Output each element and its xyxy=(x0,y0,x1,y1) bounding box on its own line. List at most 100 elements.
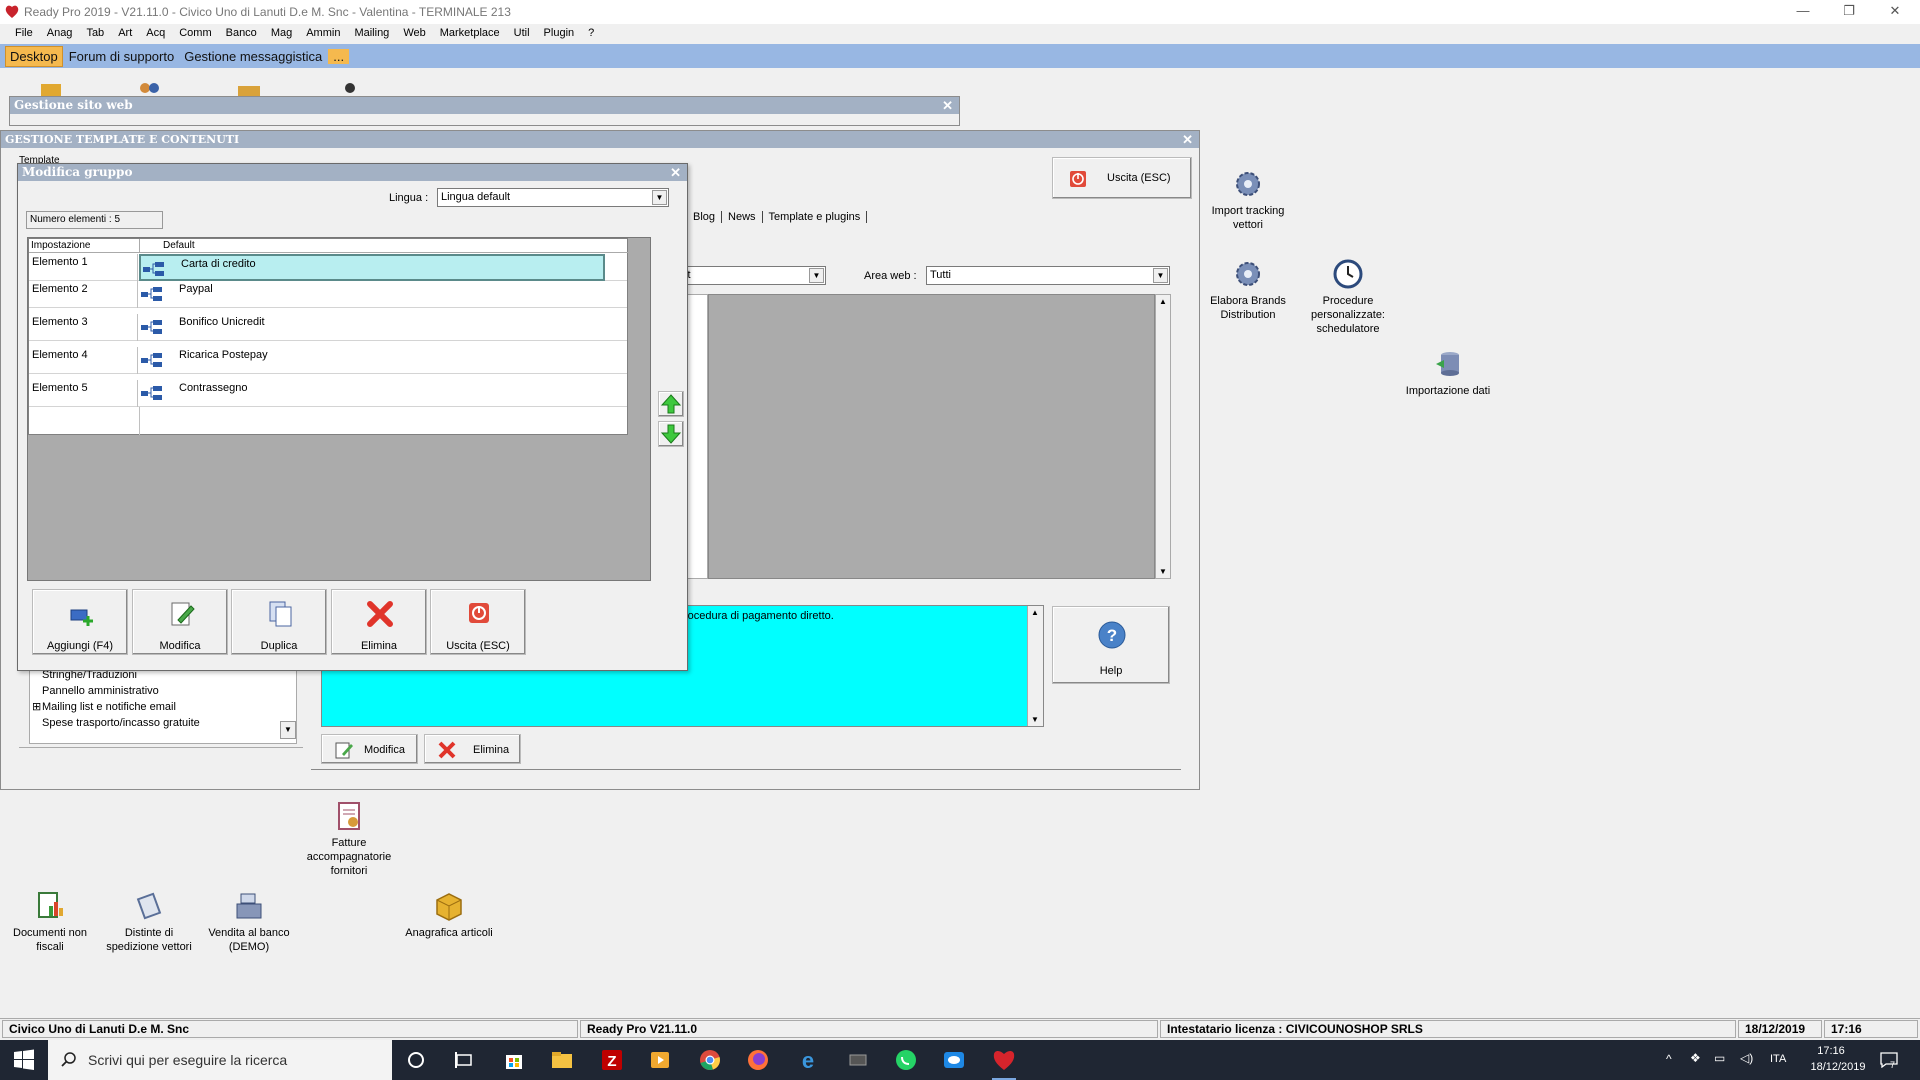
duplica-button[interactable]: Duplica xyxy=(231,589,327,655)
close-icon[interactable]: ✕ xyxy=(1182,131,1193,148)
table-row[interactable]: Elemento 2 Paypal xyxy=(29,281,627,308)
desktop-icon-elabora-brands[interactable]: Elabora Brands Distribution xyxy=(1198,258,1298,322)
scroll-up-icon: ▲ xyxy=(1031,608,1039,617)
menu-mailing[interactable]: Mailing xyxy=(347,24,396,43)
tree-scroll-down[interactable]: ▼ xyxy=(280,721,296,739)
col-header-setting[interactable]: Impostazione xyxy=(31,240,90,251)
row-default-cell: Bonifico Unicredit xyxy=(139,314,605,341)
table-row[interactable]: Elemento 5 Contrassegno xyxy=(29,380,627,407)
whatsapp-icon[interactable] xyxy=(894,1048,918,1072)
teamviewer-icon[interactable] xyxy=(942,1048,966,1072)
restore-button[interactable]: ❐ xyxy=(1826,0,1872,24)
taskbar-clock-date[interactable]: 18/12/2019 xyxy=(1806,1061,1870,1073)
tree-item-label: Mailing list e notifiche email xyxy=(42,701,176,713)
menu-acq[interactable]: Acq xyxy=(139,24,172,43)
menu-help[interactable]: ? xyxy=(581,24,601,43)
desktop-icon-documenti[interactable]: Documenti non fiscali xyxy=(0,890,100,954)
tree-list: Stringhe/Traduzioni Pannello amministrat… xyxy=(29,664,297,744)
tab-forum[interactable]: Forum di supporto xyxy=(65,47,179,66)
filter-combo[interactable]: lt ▼ xyxy=(681,266,826,285)
move-down-button[interactable] xyxy=(658,421,684,447)
chrome-icon[interactable] xyxy=(698,1048,722,1072)
description-text: rocedura di pagamento diretto. xyxy=(684,610,834,622)
lingua-select[interactable]: Lingua default ▼ xyxy=(437,188,669,207)
aggiungi-button[interactable]: Aggiungi (F4) xyxy=(32,589,128,655)
menu-banco[interactable]: Banco xyxy=(219,24,264,43)
row-value: Carta di credito xyxy=(181,258,256,270)
tab-template-plugins[interactable]: Template e plugins xyxy=(763,211,868,223)
desktop-icon-distinte[interactable]: Distinte di spedizione vettori xyxy=(99,890,199,954)
menu-art[interactable]: Art xyxy=(111,24,139,43)
media-player-icon[interactable] xyxy=(648,1048,672,1072)
close-icon[interactable]: ✕ xyxy=(942,97,953,114)
minimize-button[interactable]: — xyxy=(1780,0,1826,24)
status-version: Ready Pro V21.11.0 xyxy=(580,1020,1158,1038)
elimina-content-button[interactable]: Elimina xyxy=(424,734,521,764)
file-explorer-icon[interactable] xyxy=(550,1048,574,1072)
tree-item[interactable]: Spese trasporto/incasso gratuite xyxy=(32,715,200,731)
menu-util[interactable]: Util xyxy=(507,24,537,43)
readypro-taskbar-icon[interactable] xyxy=(992,1048,1016,1072)
tab-blog[interactable]: Blog xyxy=(687,211,723,223)
menu-ammin[interactable]: Ammin xyxy=(299,24,347,43)
notification-icon[interactable] xyxy=(1880,1052,1898,1068)
menu-tab[interactable]: Tab xyxy=(79,24,111,43)
firefox-icon[interactable] xyxy=(746,1048,770,1072)
menu-marketplace[interactable]: Marketplace xyxy=(433,24,507,43)
tree-item[interactable]: Pannello amministrativo xyxy=(32,683,159,699)
menu-plugin[interactable]: Plugin xyxy=(537,24,582,43)
tree-item[interactable]: ⊞Mailing list e notifiche email xyxy=(32,699,176,715)
status-company: Civico Uno di Lanuti D.e M. Snc xyxy=(2,1020,578,1038)
close-icon[interactable]: ✕ xyxy=(670,164,681,181)
menu-mag[interactable]: Mag xyxy=(264,24,299,43)
col-header-default[interactable]: Default xyxy=(163,240,195,251)
volume-icon[interactable]: ◁) xyxy=(1740,1051,1753,1065)
menu-anag[interactable]: Anag xyxy=(40,24,80,43)
tab-messaggistica[interactable]: Gestione messaggistica xyxy=(180,47,326,66)
desktop-icon-anagrafica[interactable]: Anagrafica articoli xyxy=(399,890,499,940)
desktop-icon-importazione-dati[interactable]: Importazione dati xyxy=(1398,348,1498,398)
filezilla-icon[interactable]: Z xyxy=(600,1048,624,1072)
table-row[interactable]: Elemento 4 Ricarica Postepay xyxy=(29,347,627,374)
desktop-icon-vendita-banco[interactable]: Vendita al banco (DEMO) xyxy=(199,890,299,954)
taskbar-clock-time[interactable]: 17:16 xyxy=(1806,1045,1856,1057)
area-web-combo[interactable]: Tutti ▼ xyxy=(926,266,1170,285)
modifica-content-button[interactable]: Modifica xyxy=(321,734,418,764)
help-button[interactable]: ? Help xyxy=(1052,606,1170,684)
close-window-button[interactable]: ✕ xyxy=(1872,0,1918,24)
exit-button[interactable]: Uscita (ESC) xyxy=(1052,157,1192,199)
tray-chevron-icon[interactable]: ^ xyxy=(1666,1052,1672,1066)
tree-structure-icon xyxy=(141,287,162,301)
menu-file[interactable]: File xyxy=(8,24,40,43)
list-scrollbar[interactable]: ▲ ▼ xyxy=(1155,294,1171,579)
tab-desktop[interactable]: Desktop xyxy=(5,45,63,67)
language-indicator[interactable]: ITA xyxy=(1770,1053,1786,1065)
textarea-scrollbar[interactable]: ▲ ▼ xyxy=(1027,606,1043,726)
modifica-button[interactable]: Modifica xyxy=(132,589,228,655)
tab-more[interactable]: ... xyxy=(328,48,350,64)
expand-icon[interactable]: ⊞ xyxy=(32,699,42,715)
windows-start-icon[interactable] xyxy=(12,1048,36,1072)
elimina-button[interactable]: Elimina xyxy=(331,589,427,655)
table-row[interactable]: Elemento 1 Carta di credito xyxy=(29,254,627,281)
power-icon xyxy=(1070,171,1086,187)
task-view-icon[interactable] xyxy=(452,1048,476,1072)
menu-comm[interactable]: Comm xyxy=(172,24,218,43)
table-row[interactable]: Elemento 3 Bonifico Unicredit xyxy=(29,314,627,341)
desktop-icon-schedulatore[interactable]: Procedure personalizzate: schedulatore xyxy=(1298,258,1398,336)
cortana-icon[interactable] xyxy=(404,1048,428,1072)
network-icon[interactable]: ▭ xyxy=(1714,1051,1725,1065)
tree-structure-icon xyxy=(143,262,164,276)
remote-desktop-icon[interactable] xyxy=(846,1048,870,1072)
dropbox-icon[interactable]: ❖ xyxy=(1690,1051,1701,1065)
tab-news[interactable]: News xyxy=(722,211,763,223)
move-up-button[interactable] xyxy=(658,391,684,417)
menu-web[interactable]: Web xyxy=(396,24,432,43)
store-icon[interactable] xyxy=(502,1048,526,1072)
search-box[interactable]: Scrivi qui per eseguire la ricerca xyxy=(48,1040,392,1080)
row-setting: Elemento 5 xyxy=(29,380,138,407)
desktop-icon-import-tracking[interactable]: Import tracking vettori xyxy=(1198,168,1298,232)
uscita-button[interactable]: Uscita (ESC) xyxy=(430,589,526,655)
edge-icon[interactable]: e xyxy=(796,1048,820,1072)
desktop-icon-fatture[interactable]: Fatture accompagnatorie fornitori xyxy=(299,800,399,878)
